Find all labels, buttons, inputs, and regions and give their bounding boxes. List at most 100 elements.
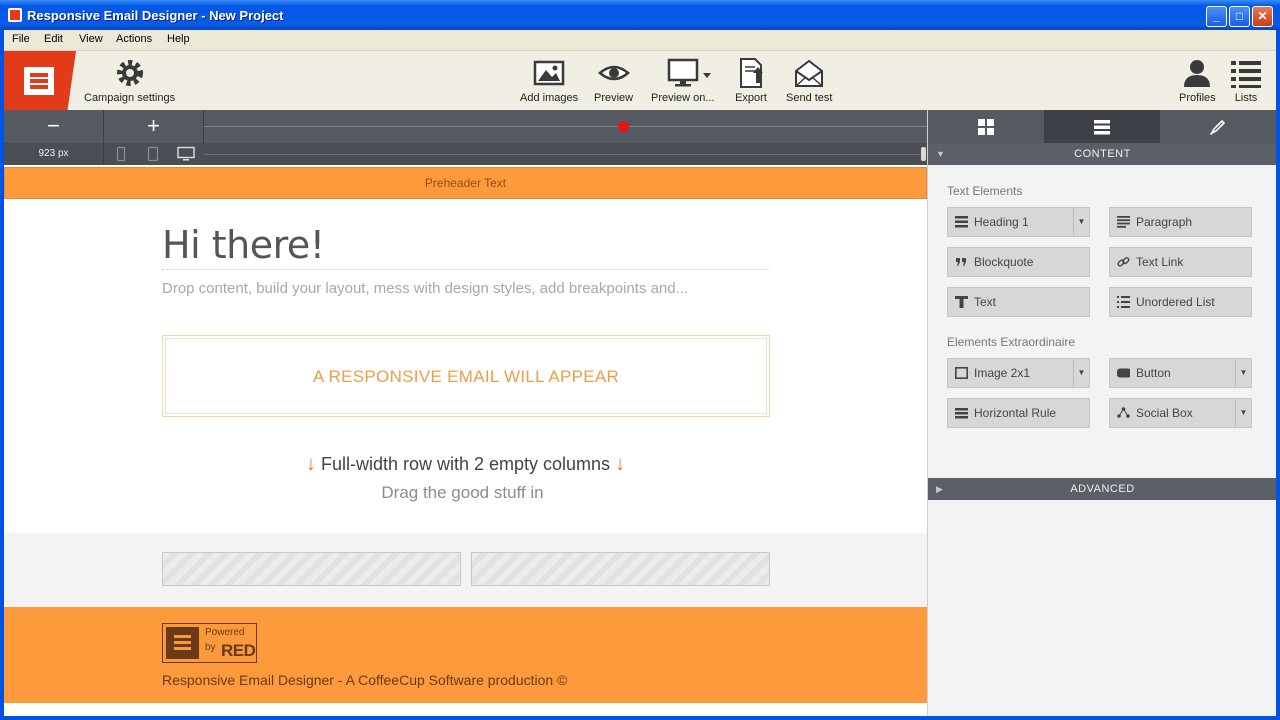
empty-column-right[interactable] xyxy=(471,552,770,586)
list-icon xyxy=(1231,61,1261,88)
heading-divider xyxy=(162,269,770,270)
zoom-in-button[interactable]: + xyxy=(104,110,204,143)
maximize-button[interactable]: □ xyxy=(1229,6,1250,27)
paragraph-element-label: Paragraph xyxy=(1136,215,1193,229)
arrow-down-icon: ↓ xyxy=(615,453,626,475)
caret-down-icon[interactable]: ▼ xyxy=(1073,208,1089,236)
lists-button[interactable]: Lists xyxy=(1230,57,1262,104)
powered-by-red-badge[interactable]: Powered by RED xyxy=(162,623,257,663)
export-icon xyxy=(740,58,763,88)
minimize-button[interactable]: _ xyxy=(1206,6,1227,27)
email-footer[interactable]: Powered by RED Responsive Email Designer… xyxy=(4,607,927,703)
text-element-label: Text xyxy=(974,295,997,309)
intro-paragraph[interactable]: Drop content, build your layout, mess wi… xyxy=(162,280,688,297)
preheader-bar[interactable]: Preheader Text xyxy=(4,167,927,199)
unordered-list-element-button[interactable]: Unordered List xyxy=(1109,287,1252,317)
preview-on-button[interactable]: Preview on... xyxy=(651,57,715,104)
brush-icon xyxy=(1209,119,1226,136)
paragraph-element-button[interactable]: Paragraph xyxy=(1109,207,1252,237)
placeholder-box[interactable]: A RESPONSIVE EMAIL WILL APPEAR xyxy=(162,335,770,417)
badge-red-text: RED xyxy=(221,641,256,660)
tablet-icon[interactable] xyxy=(147,146,159,162)
menu-view[interactable]: View xyxy=(79,33,103,45)
heading-element-button[interactable]: Heading 1 ▼ xyxy=(947,207,1090,237)
arrow-down-icon: ↓ xyxy=(305,453,316,475)
content-section-header[interactable]: ▼ CONTENT xyxy=(928,143,1276,165)
row-title-text: Full-width row with 2 empty columns xyxy=(320,454,611,474)
desktop-icon[interactable] xyxy=(177,146,195,162)
heading-element-label: Heading 1 xyxy=(974,215,1029,229)
paragraph-icon xyxy=(1117,216,1130,228)
triangle-right-icon: ▶ xyxy=(936,484,944,494)
width-slider-handle[interactable] xyxy=(921,147,926,161)
profiles-button[interactable]: Profiles xyxy=(1179,57,1216,104)
blockquote-element-button[interactable]: Blockquote xyxy=(947,247,1090,277)
menu-file[interactable]: File xyxy=(12,33,30,45)
grid-icon xyxy=(978,119,994,135)
preview-button[interactable]: Preview xyxy=(594,57,633,104)
menu-actions[interactable]: Actions xyxy=(116,33,152,45)
width-slider-track[interactable] xyxy=(204,154,924,155)
unordered-list-element-label: Unordered List xyxy=(1136,295,1215,309)
email-heading[interactable]: Hi there! xyxy=(162,223,325,267)
elements-panel: ▼ CONTENT Text Elements Heading 1 ▼ Para… xyxy=(927,110,1276,716)
app-logo xyxy=(4,51,76,111)
monitor-dropdown-icon xyxy=(667,58,711,87)
menu-edit[interactable]: Edit xyxy=(44,33,63,45)
stamp-logo-icon xyxy=(24,67,54,95)
tab-styles[interactable] xyxy=(1160,110,1276,143)
menu-bar: File Edit View Actions Help xyxy=(4,30,1276,50)
export-button[interactable]: Export xyxy=(735,57,767,104)
client-area: File Edit View Actions Help Campaign set… xyxy=(4,30,1276,716)
advanced-section-header[interactable]: ▶ ADVANCED xyxy=(928,478,1276,500)
social-box-element-label: Social Box xyxy=(1136,406,1193,420)
breakpoint-slider-track[interactable] xyxy=(204,126,927,127)
breakpoint-marker[interactable] xyxy=(618,121,629,132)
footer-credit[interactable]: Responsive Email Designer - A CoffeeCup … xyxy=(162,672,567,688)
text-t-icon xyxy=(955,296,968,308)
envelope-icon xyxy=(795,59,824,87)
menu-help[interactable]: Help xyxy=(167,33,190,45)
width-readout: 923 px xyxy=(4,143,104,165)
link-icon xyxy=(1117,257,1130,267)
triangle-down-icon: ▼ xyxy=(936,149,946,159)
add-images-button[interactable]: Add images xyxy=(520,57,578,104)
text-element-button[interactable]: Text xyxy=(947,287,1090,317)
title-bar[interactable]: Responsive Email Designer - New Project … xyxy=(0,0,1280,30)
image-element-button[interactable]: Image 2x1 ▼ xyxy=(947,358,1090,388)
send-test-label: Send test xyxy=(786,92,833,104)
campaign-settings-label: Campaign settings xyxy=(84,92,176,104)
close-button[interactable]: ✕ xyxy=(1252,6,1273,27)
text-link-element-button[interactable]: Text Link xyxy=(1109,247,1252,277)
main-toolbar: Campaign settings Add images Preview Pre… xyxy=(4,50,1276,111)
preview-label: Preview xyxy=(594,92,634,104)
empty-column-left[interactable] xyxy=(162,552,461,586)
button-element-label: Button xyxy=(1136,366,1171,380)
caret-down-icon[interactable]: ▼ xyxy=(1073,359,1089,387)
tab-content[interactable] xyxy=(1044,110,1160,143)
caret-down-icon[interactable]: ▼ xyxy=(1235,359,1251,387)
tab-layout[interactable] xyxy=(928,110,1044,143)
phone-icon[interactable] xyxy=(116,146,126,162)
caret-down-icon[interactable]: ▼ xyxy=(1235,399,1251,427)
zoom-out-button[interactable]: − xyxy=(4,110,104,143)
advanced-section-title: ADVANCED xyxy=(1070,483,1135,495)
text-elements-label: Text Elements xyxy=(947,184,1023,198)
rows-icon xyxy=(1094,120,1110,135)
quote-icon xyxy=(956,258,966,266)
send-test-button[interactable]: Send test xyxy=(786,57,832,104)
text-link-element-label: Text Link xyxy=(1136,255,1184,269)
placeholder-box-text: A RESPONSIVE EMAIL WILL APPEAR xyxy=(165,338,767,414)
panel-tabs xyxy=(928,110,1276,143)
horizontal-rule-element-button[interactable]: Horizontal Rule xyxy=(947,398,1090,428)
campaign-settings-button[interactable]: Campaign settings xyxy=(84,57,175,104)
two-column-row[interactable] xyxy=(4,533,927,607)
social-box-element-button[interactable]: Social Box ▼ xyxy=(1109,398,1252,428)
profiles-label: Profiles xyxy=(1179,92,1216,104)
badge-powered-text: Powered xyxy=(205,627,245,638)
add-images-label: Add images xyxy=(520,92,579,104)
button-element-button[interactable]: Button ▼ xyxy=(1109,358,1252,388)
gear-icon xyxy=(116,60,143,86)
app-window: Responsive Email Designer - New Project … xyxy=(0,0,1280,720)
window-title: Responsive Email Designer - New Project xyxy=(27,8,284,23)
